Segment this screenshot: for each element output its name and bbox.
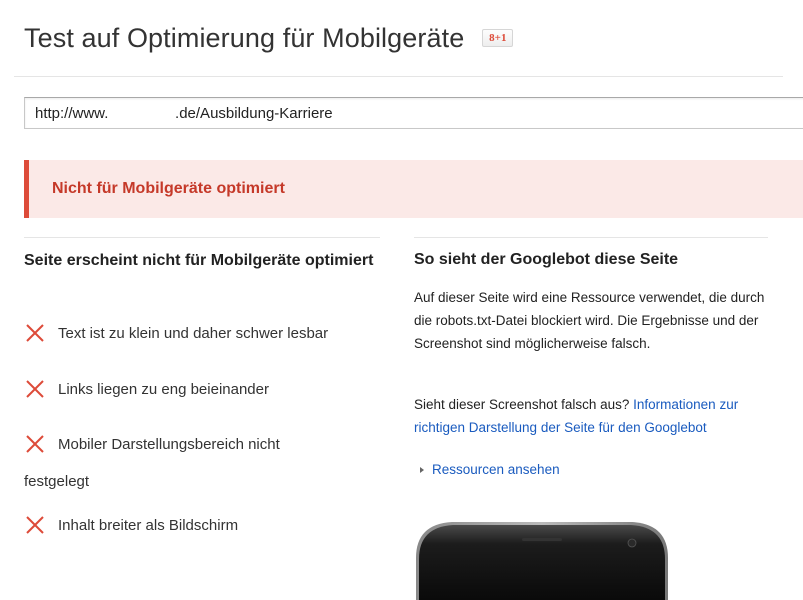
view-resources-toggle[interactable]: Ressourcen ansehen <box>420 462 560 477</box>
right-column-divider <box>414 237 768 238</box>
phone-screenshot-preview <box>416 522 668 600</box>
cross-icon <box>26 435 44 453</box>
alert-text: Nicht für Mobilgeräte optimiert <box>52 180 285 197</box>
issue-item: Inhalt breiter als Bildschirm <box>24 514 238 536</box>
header-divider <box>14 76 783 77</box>
url-input[interactable] <box>24 97 803 129</box>
page: Test auf Optimierung für Mobilgeräte 8+1… <box>0 0 803 600</box>
google-plus-one-button[interactable]: 8+1 <box>482 29 514 47</box>
issue-item: Text ist zu klein und daher schwer lesba… <box>24 322 328 344</box>
cross-icon <box>26 380 44 398</box>
issues-heading: Seite erscheint nicht für Mobilgeräte op… <box>24 252 374 269</box>
issue-label-continuation: festgelegt <box>24 473 90 490</box>
robots-description: Auf dieser Seite wird eine Ressource ver… <box>414 290 765 351</box>
screenshot-question: Sieht dieser Screenshot falsch aus? Info… <box>414 393 784 439</box>
cross-icon <box>26 324 44 342</box>
issue-label: Mobiler Darstellungsbereich nicht <box>58 435 280 453</box>
cross-icon <box>26 516 44 534</box>
issue-label: Inhalt breiter als Bildschirm <box>58 516 239 534</box>
left-column-divider <box>24 237 380 238</box>
issue-label: Links liegen zu eng beieinander <box>58 380 269 398</box>
view-resources-label: Ressourcen ansehen <box>432 462 560 477</box>
page-title: Test auf Optimierung für Mobilgeräte <box>24 22 465 53</box>
result-alert: Nicht für Mobilgeräte optimiert <box>24 160 803 218</box>
issue-item: Links liegen zu eng beieinander <box>24 378 269 400</box>
title-row: Test auf Optimierung für Mobilgeräte 8+1 <box>24 20 514 56</box>
question-text: Sieht dieser Screenshot falsch aus? <box>414 397 630 412</box>
issue-item: Mobiler Darstellungsbereich nicht <box>24 433 280 455</box>
issue-label: Text ist zu klein und daher schwer lesba… <box>58 324 329 342</box>
expand-triangle-icon <box>420 466 424 473</box>
googlebot-heading: So sieht der Googlebot diese Seite <box>414 251 679 268</box>
